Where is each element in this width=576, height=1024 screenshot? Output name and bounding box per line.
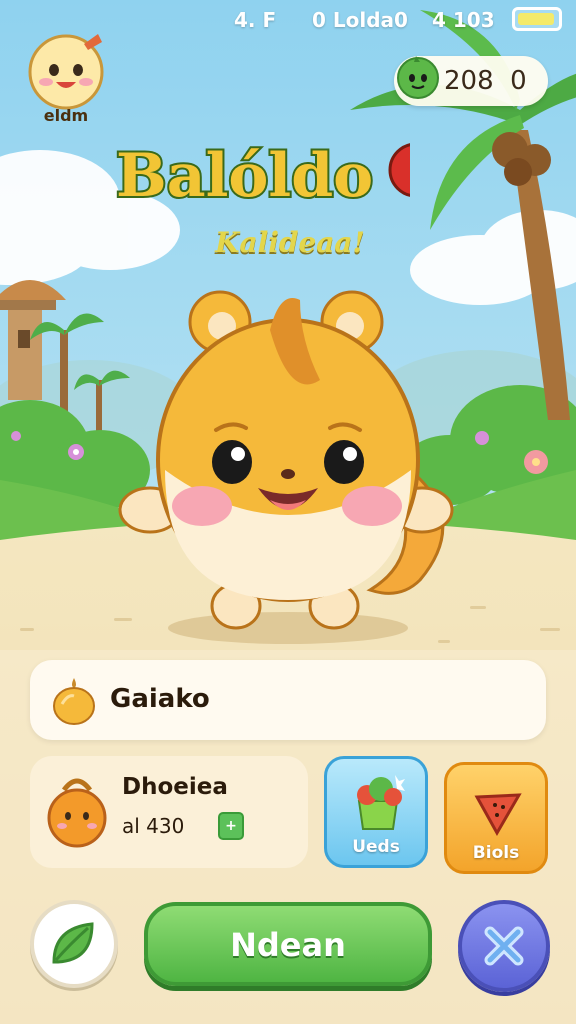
close-icon bbox=[484, 926, 524, 966]
game-title: Balóldo bbox=[114, 139, 410, 212]
deals-label: Biols bbox=[472, 843, 520, 863]
status-app-text: 0 Lolda0 bbox=[312, 8, 408, 32]
item-label: Gaiako bbox=[110, 684, 210, 714]
watermelon-icon bbox=[474, 793, 522, 837]
game-subtitle: Kalideaa! bbox=[215, 226, 365, 259]
currency-display[interactable]: 208 0 bbox=[394, 56, 548, 106]
plant-pot-icon bbox=[357, 775, 405, 830]
avatar-icon bbox=[28, 34, 104, 110]
player-name: eldm bbox=[43, 106, 89, 125]
plus-icon[interactable]: + bbox=[218, 812, 244, 840]
bag-title: Dhoeiea bbox=[122, 774, 228, 800]
game-title-text: Balóldo bbox=[116, 141, 373, 211]
leaf-button[interactable] bbox=[30, 900, 118, 988]
item-row[interactable]: Gaiako bbox=[30, 660, 546, 740]
close-button[interactable] bbox=[458, 900, 550, 992]
status-signal-text: 4. F bbox=[234, 8, 277, 32]
battery-icon bbox=[512, 7, 562, 31]
bag-card[interactable]: Dhoeiea al 430 + bbox=[30, 756, 308, 868]
upgrades-button[interactable]: Ueds bbox=[324, 756, 428, 868]
player-avatar[interactable]: eldm bbox=[24, 30, 108, 126]
main-action-label: Ndean bbox=[230, 926, 346, 964]
main-action-button[interactable]: Ndean bbox=[144, 902, 432, 986]
currency-value: 208 0 bbox=[444, 66, 527, 96]
upgrades-label: Ueds bbox=[352, 837, 400, 857]
leaf-icon bbox=[52, 922, 94, 964]
status-time-text: 4 103 bbox=[432, 8, 495, 32]
bag-icon bbox=[47, 778, 107, 848]
deals-button[interactable]: Biols bbox=[444, 762, 548, 874]
green-fruit-icon bbox=[397, 56, 439, 99]
onion-icon bbox=[53, 678, 95, 725]
bag-amount: al 430 bbox=[122, 814, 185, 838]
